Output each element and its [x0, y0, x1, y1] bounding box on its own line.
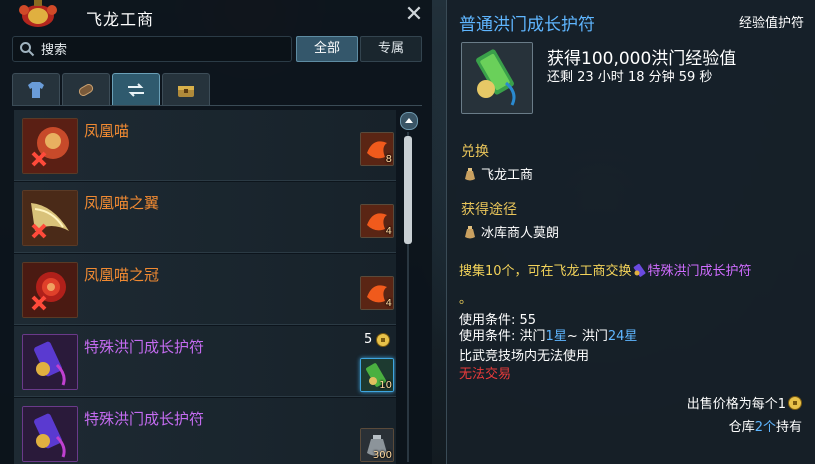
list-item[interactable]: 凤凰喵之翼 4: [14, 182, 396, 253]
coin-icon: [788, 396, 802, 410]
cost-token-slot[interactable]: 8: [360, 132, 394, 166]
price-amount: 5: [364, 332, 373, 347]
search-icon: [20, 42, 35, 57]
special-charm-icon: [633, 263, 646, 277]
growth-charm-icon: [461, 42, 533, 114]
special-charm-icon: [22, 406, 78, 462]
tooltip-item-type: 经验值护符: [738, 16, 804, 31]
item-list: 凤凰喵 8 凤凰喵之翼 4 凤凰喵之冠 4 特殊洪门成长护符 5 10 特殊洪门…: [14, 110, 396, 464]
tooltip-title: 普通洪门成长护符: [459, 15, 595, 35]
tab-exchange[interactable]: [112, 73, 160, 105]
phoenix-crown-icon: [22, 262, 78, 318]
cost-quantity: 10: [379, 380, 392, 391]
tab-divider: [12, 105, 422, 106]
search-input[interactable]: [39, 39, 283, 61]
tooltip-time-remaining: 还剩 23 小时 18 分钟 59 秒: [547, 70, 713, 85]
arena-restriction: 比武竞技场内无法使用: [459, 349, 590, 364]
item-tooltip: 普通洪门成长护符 经验值护符 获得100,000洪门经验值 还剩 23 小时 1…: [446, 0, 815, 464]
exchange-section-label: 兑换: [461, 144, 489, 160]
coin-icon: [376, 333, 390, 347]
source-section-label: 获得途径: [461, 202, 517, 218]
item-name: 特殊洪门成长护符: [84, 338, 205, 356]
filter-all-button[interactable]: 全部: [296, 36, 358, 62]
chest-icon: [178, 86, 194, 97]
source-vendor: 冰库商人莫朗: [463, 222, 559, 241]
tab-scroll[interactable]: [62, 73, 110, 105]
scroll-thumb[interactable]: [404, 136, 412, 244]
cost-token-slot[interactable]: 4: [360, 204, 394, 238]
item-list-scrollbar[interactable]: [400, 112, 418, 464]
lantern-emblem-icon: [19, 0, 57, 27]
cost-quantity: 4: [385, 226, 392, 237]
scroll-icon: [78, 84, 94, 96]
storage-count: 仓库2个持有: [728, 420, 802, 435]
shop-panel: 飞龙工商 ✕ 全部 专属: [0, 0, 432, 464]
cost-quantity: 300: [372, 450, 392, 461]
tab-chest[interactable]: [162, 73, 210, 105]
money-bag-icon: [465, 168, 475, 181]
cost-quantity: 8: [385, 154, 392, 165]
close-button[interactable]: ✕: [402, 4, 426, 28]
trade-restriction: 无法交易: [459, 367, 512, 382]
chevron-up-icon: [405, 118, 413, 123]
item-name: 凤凰喵之冠: [84, 266, 160, 284]
scroll-up-button[interactable]: [400, 112, 418, 130]
money-bag-icon: [465, 226, 475, 239]
item-name: 凤凰喵: [84, 122, 130, 140]
search-box[interactable]: [12, 36, 292, 62]
item-name: 特殊洪门成长护符: [84, 410, 205, 428]
list-item[interactable]: 凤凰喵 8: [14, 110, 396, 181]
special-charm-icon: [22, 334, 78, 390]
cost-token-slot[interactable]: 4: [360, 276, 394, 310]
cost-token-slot[interactable]: 300: [360, 428, 394, 462]
sell-price: 出售价格为每个1: [687, 393, 802, 412]
tab-clothing[interactable]: [12, 73, 60, 105]
cost-quantity: 4: [385, 298, 392, 309]
exchange-vendor: 飞龙工商: [463, 164, 533, 183]
clothing-icon: [28, 82, 44, 98]
item-name: 凤凰喵之翼: [84, 194, 160, 212]
exchange-icon: [128, 83, 144, 97]
list-item[interactable]: 特殊洪门成长护符 5 10: [14, 326, 396, 397]
tooltip-description: 搜集10个，可在飞龙工商交换 特殊洪门成长护符。: [459, 263, 752, 307]
phoenix-wing-icon: [22, 190, 78, 246]
list-item[interactable]: 凤凰喵之冠 4: [14, 254, 396, 325]
cost-token-slot[interactable]: 10: [360, 358, 394, 392]
rank-requirement: 使用条件: 洪门1星~ 洪门24星: [459, 329, 638, 344]
filter-exclusive-button[interactable]: 专属: [360, 36, 422, 62]
shop-title: 飞龙工商: [86, 10, 155, 29]
shop-header: 飞龙工商 ✕: [0, 0, 432, 34]
linked-item-name: 特殊洪门成长护符: [647, 264, 752, 279]
list-item[interactable]: 特殊洪门成长护符 300: [14, 398, 396, 464]
phoenix-cat-icon: [22, 118, 78, 174]
